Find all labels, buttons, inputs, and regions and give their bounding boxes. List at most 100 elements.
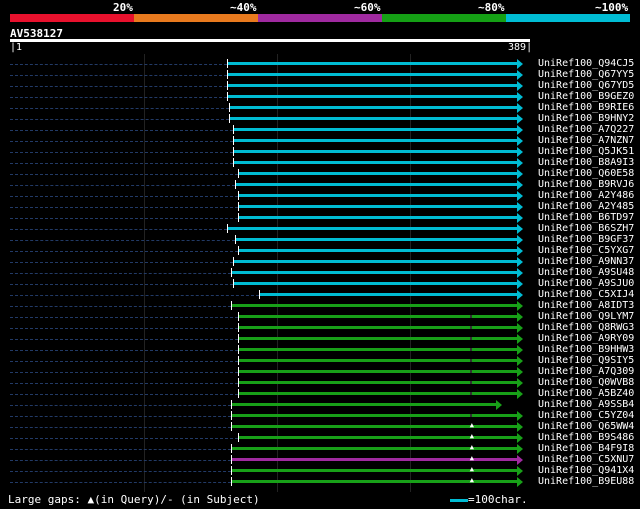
alignment-bar[interactable] — [234, 183, 517, 186]
hit-label-link[interactable]: UniRef100_Q0WVB8 — [538, 377, 634, 388]
hit-label-link[interactable]: UniRef100_Q60E58 — [538, 168, 634, 179]
hit-label-link[interactable]: UniRef100_B6TD97 — [538, 212, 634, 223]
alignment-start-tick — [226, 59, 228, 68]
alignment-start-tick — [233, 279, 235, 288]
hit-label-link[interactable]: UniRef100_B8A9I3 — [538, 157, 634, 168]
alignment-bar[interactable] — [226, 227, 517, 230]
alignment-start-tick — [238, 334, 240, 343]
hit-label-link[interactable]: UniRef100_A7NZN7 — [538, 135, 634, 146]
alignment-bar[interactable] — [238, 359, 517, 362]
alignment-bar[interactable] — [238, 392, 517, 395]
alignment-bar[interactable] — [231, 469, 517, 472]
alignment-bar[interactable] — [238, 370, 517, 373]
alignment-bar[interactable] — [226, 84, 517, 87]
alignment-start-tick — [234, 180, 236, 189]
alignment-bar[interactable] — [233, 128, 517, 131]
alignment-bar[interactable] — [238, 216, 517, 219]
alignment-bar[interactable] — [238, 249, 517, 252]
alignment-bar[interactable] — [238, 436, 517, 439]
alignment-bar[interactable] — [231, 425, 517, 428]
alignment-bar[interactable] — [238, 315, 517, 318]
hit-label-link[interactable]: UniRef100_B9GEZ0 — [538, 91, 634, 102]
hit-label-link[interactable]: UniRef100_Q941X4 — [538, 465, 634, 476]
hit-label-link[interactable]: UniRef100_C5YXG7 — [538, 245, 634, 256]
hit-label-link[interactable]: UniRef100_B9HHW3 — [538, 344, 634, 355]
alignment-start-tick — [238, 213, 240, 222]
hit-label-link[interactable]: UniRef100_Q9SIY5 — [538, 355, 634, 366]
unaligned-region — [10, 196, 239, 198]
hit-label-link[interactable]: UniRef100_C5XNU7 — [538, 454, 634, 465]
alignment-bar[interactable] — [238, 381, 517, 384]
hit-label-link[interactable]: UniRef100_B6SZH7 — [538, 223, 634, 234]
alignment-bar[interactable] — [231, 271, 517, 274]
hit-label-link[interactable]: UniRef100_C5YZ04 — [538, 410, 634, 421]
alignment-bar[interactable] — [231, 403, 497, 406]
alignment-bar[interactable] — [234, 238, 517, 241]
arrow-head-icon — [517, 114, 523, 124]
hit-label-link[interactable]: UniRef100_A7Q309 — [538, 366, 634, 377]
alignment-bar[interactable] — [233, 282, 517, 285]
hit-label-link[interactable]: UniRef100_A9RY09 — [538, 333, 634, 344]
hit-label-link[interactable]: UniRef100_Q5JK51 — [538, 146, 634, 157]
hit-label-link[interactable]: UniRef100_A7Q227 — [538, 124, 634, 135]
alignment-bar[interactable] — [238, 326, 517, 329]
arrow-head-icon — [517, 411, 523, 421]
hit-label-link[interactable]: UniRef100_B9EU88 — [538, 476, 634, 487]
unaligned-region — [10, 163, 234, 165]
alignment-bar[interactable] — [233, 139, 517, 142]
hit-label-link[interactable]: UniRef100_A5BZ40 — [538, 388, 634, 399]
alignment-bar[interactable] — [238, 172, 517, 175]
hit-label-link[interactable]: UniRef100_A2Y486 — [538, 190, 634, 201]
arrow-head-icon — [517, 147, 523, 157]
alignment-bar[interactable] — [238, 337, 517, 340]
alignment-bar[interactable] — [231, 447, 517, 450]
alignment-bar[interactable] — [238, 348, 517, 351]
alignment-bar[interactable] — [226, 95, 517, 98]
alignment-bar[interactable] — [231, 304, 517, 307]
hit-label-link[interactable]: UniRef100_A9SU48 — [538, 267, 634, 278]
hit-label-link[interactable]: UniRef100_Q94CJ5 — [538, 58, 634, 69]
hit-label-link[interactable]: UniRef100_C5XIJ4 — [538, 289, 634, 300]
hit-label-link[interactable]: UniRef100_A2Y485 — [538, 201, 634, 212]
unaligned-region — [10, 240, 235, 242]
alignment-bar[interactable] — [231, 414, 517, 417]
arrow-head-icon — [517, 169, 523, 179]
hit-label-link[interactable]: UniRef100_B9GF37 — [538, 234, 634, 245]
arrow-head-icon — [517, 356, 523, 366]
alignment-start-tick — [238, 389, 240, 398]
alignment-bar[interactable] — [238, 194, 517, 197]
hit-label-link[interactable]: UniRef100_A9SSB4 — [538, 399, 634, 410]
arrow-head-icon — [517, 378, 523, 388]
scale-legend: =100char. — [450, 493, 528, 506]
alignment-bar[interactable] — [233, 161, 517, 164]
alignment-bar[interactable] — [233, 260, 517, 263]
hit-row[interactable]: ▲ UniRef100_B9EU88 — [0, 476, 640, 488]
alignment-bar[interactable] — [226, 62, 517, 65]
unaligned-region — [10, 460, 232, 462]
arrow-head-icon — [517, 389, 523, 399]
hit-label-link[interactable]: UniRef100_A9NN37 — [538, 256, 634, 267]
hit-label-link[interactable]: UniRef100_Q8RWG3 — [538, 322, 634, 333]
hit-label-link[interactable]: UniRef100_Q9LYM7 — [538, 311, 634, 322]
alignment-bar[interactable] — [258, 293, 517, 296]
hit-label-link[interactable]: UniRef100_A8IDT3 — [538, 300, 634, 311]
hit-label-link[interactable]: UniRef100_Q67YY5 — [538, 69, 634, 80]
alignment-bar[interactable] — [233, 150, 517, 153]
alignment-bar[interactable] — [226, 73, 517, 76]
hit-label-link[interactable]: UniRef100_B9RIE6 — [538, 102, 634, 113]
alignment-bar[interactable] — [238, 205, 517, 208]
alignment-bar[interactable] — [229, 106, 517, 109]
hit-label-link[interactable]: UniRef100_B9S486 — [538, 432, 634, 443]
hit-label-link[interactable]: UniRef100_Q67YD5 — [538, 80, 634, 91]
alignment-bar[interactable] — [229, 117, 517, 120]
hit-label-link[interactable]: UniRef100_A9SJU0 — [538, 278, 634, 289]
arrow-head-icon — [517, 180, 523, 190]
hit-label-link[interactable]: UniRef100_Q65WW4 — [538, 421, 634, 432]
alignment-bar[interactable] — [231, 480, 517, 483]
unaligned-region — [10, 130, 234, 132]
hit-label-link[interactable]: UniRef100_B9HNY2 — [538, 113, 634, 124]
alignment-bar[interactable] — [231, 458, 517, 461]
hit-label-link[interactable]: UniRef100_B4F9I8 — [538, 443, 634, 454]
arrow-head-icon — [517, 301, 523, 311]
hit-label-link[interactable]: UniRef100_B9RVJ6 — [538, 179, 634, 190]
